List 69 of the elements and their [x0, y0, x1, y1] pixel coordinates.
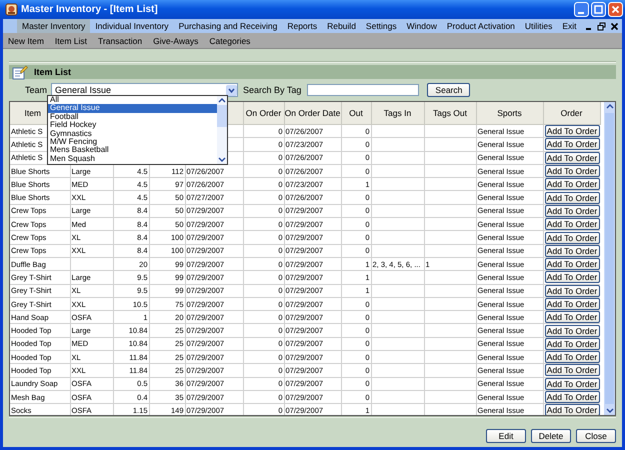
menu-item[interactable]: Product Activation [442, 19, 520, 33]
restore-icon[interactable] [597, 22, 606, 30]
delete-button[interactable]: Delete [531, 429, 571, 443]
add-to-order-button[interactable]: Add To Order [544, 165, 600, 178]
dropdown-option[interactable]: Gymnastics [48, 130, 217, 138]
search-button[interactable]: Search [427, 83, 470, 97]
add-to-order-button[interactable]: Add To Order [544, 258, 600, 270]
add-to-order-button[interactable]: Add To Order [544, 271, 600, 284]
close-button[interactable]: Close [576, 429, 616, 443]
dropdown-option[interactable]: M/W Fencing [48, 138, 217, 146]
column-header: Tags Out [424, 102, 476, 124]
add-to-order-button[interactable]: Add To Order [544, 178, 600, 190]
menu-item[interactable]: Utilities [520, 19, 558, 33]
chevron-up-icon[interactable] [217, 96, 227, 105]
maximize-icon[interactable] [591, 2, 606, 17]
chevron-down-icon[interactable] [217, 155, 227, 164]
search-field[interactable] [307, 84, 420, 96]
menu-item[interactable]: Rebuild [322, 19, 361, 33]
menu-item[interactable]: Reports [282, 19, 322, 33]
add-to-order-button[interactable]: Add To Order [544, 324, 600, 337]
chevron-down-icon[interactable] [226, 84, 238, 96]
dropdown-option[interactable]: General Issue [48, 104, 217, 113]
scrollbar[interactable] [604, 102, 615, 415]
add-to-order-button[interactable]: Add To Order [544, 311, 600, 324]
menu-item[interactable]: Settings [360, 19, 402, 33]
column-header: Out [341, 102, 371, 124]
add-to-order-button[interactable]: Add To Order [544, 391, 600, 404]
app-icon [5, 3, 18, 16]
dropdown-option[interactable]: All [48, 96, 217, 104]
panel-title: Item List [34, 67, 72, 77]
toolbar-item[interactable]: Item List [54, 36, 88, 46]
add-to-order-button[interactable]: Add To Order [544, 378, 600, 390]
field-label: Search By Tag [243, 85, 302, 95]
add-to-order-button[interactable]: Add To Order [544, 218, 600, 230]
toolbar-item[interactable]: New Item [8, 36, 44, 46]
add-to-order-button[interactable]: Add To Order [544, 351, 600, 364]
window-title: Master Inventory - [Item List] [21, 4, 159, 15]
add-to-order-button[interactable]: Add To Order [544, 244, 600, 257]
add-to-order-button[interactable]: Add To Order [544, 152, 600, 164]
add-to-order-button[interactable]: Add To Order [544, 232, 600, 244]
add-to-order-button[interactable]: Add To Order [544, 404, 600, 415]
menu-item[interactable]: Purchasing and Receiving [174, 19, 282, 33]
column-header: On Order [243, 102, 284, 124]
field-label: Team [25, 85, 48, 95]
add-to-order-button[interactable]: Add To Order [544, 284, 600, 297]
column-header: Sports [476, 102, 543, 124]
add-to-order-button[interactable]: Add To Order [544, 125, 600, 138]
menu-item[interactable]: Window [402, 19, 442, 33]
close-icon[interactable] [610, 22, 619, 30]
add-to-order-button[interactable]: Add To Order [544, 192, 600, 204]
toolbar-item[interactable]: Categories [209, 36, 250, 46]
column-header: Order [543, 102, 600, 124]
add-to-order-button[interactable]: Add To Order [544, 338, 600, 350]
dropdown-option[interactable]: Mens Basketball [48, 146, 217, 155]
toolbar-item[interactable]: Give-Aways [153, 36, 198, 46]
add-to-order-button[interactable]: Add To Order [544, 298, 600, 310]
add-to-order-button[interactable]: Add To Order [544, 364, 600, 376]
add-to-order-button[interactable]: Add To Order [544, 138, 600, 150]
menu-item[interactable]: Master Inventory [17, 19, 90, 33]
menu-item[interactable]: Individual Inventory [90, 19, 174, 33]
column-header: Tags In [371, 102, 424, 124]
scrollbar[interactable] [217, 96, 227, 164]
edit-button[interactable]: Edit [486, 429, 526, 443]
notepad-icon [12, 64, 28, 80]
dropdown-option[interactable]: Men Squash [48, 154, 217, 164]
column-header: On Order Date [284, 102, 341, 124]
add-to-order-button[interactable]: Add To Order [544, 204, 600, 217]
menu-item[interactable]: Exit [557, 19, 582, 33]
toolbar-item[interactable]: Transaction [98, 36, 142, 46]
